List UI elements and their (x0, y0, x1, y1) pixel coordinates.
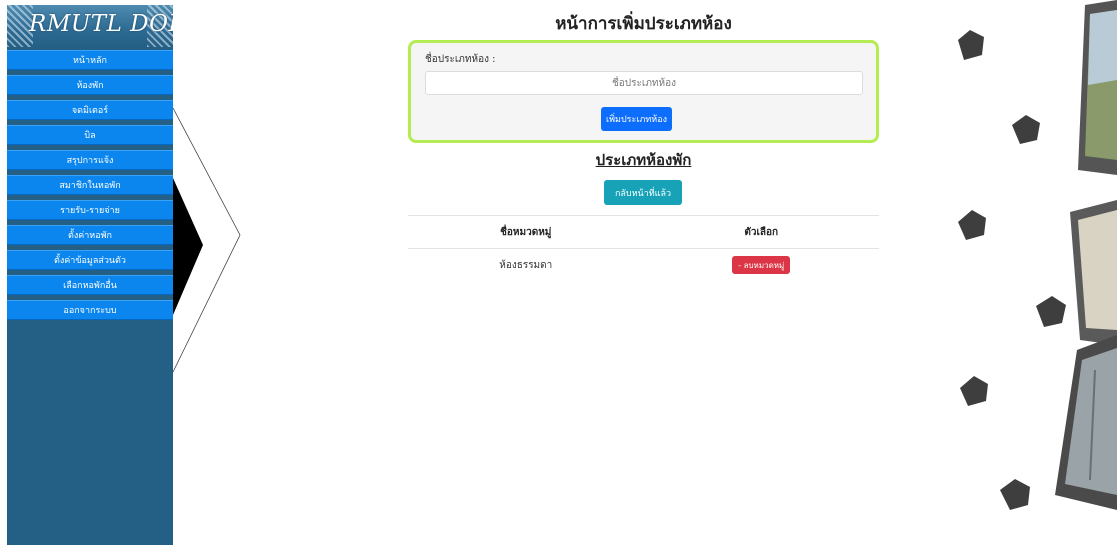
photo-frame-middle (1070, 200, 1117, 345)
room-types-heading: ประเภทห้องพัก (595, 151, 692, 169)
add-room-type-form: ชื่อประเภทห้อง : เพิ่มประเภทห้อง (408, 40, 879, 143)
room-types-table: ชื่อหมวดหมู่ ตัวเลือก ห้องธรรมดา - ลบหมว… (408, 215, 879, 282)
pentagon-shape (1036, 296, 1066, 327)
pentagon-shape (1000, 479, 1030, 510)
delete-category-button[interactable]: - ลบหมวดหมู่ (732, 256, 791, 275)
pentagon-shape (1012, 115, 1040, 144)
pentagon-shape (958, 210, 986, 240)
back-button[interactable]: กลับหน้าที่แล้ว (604, 180, 682, 205)
table-header-row: ชื่อหมวดหมู่ ตัวเลือก (408, 215, 879, 249)
pentagon-shape (958, 30, 984, 60)
sidebar-item-logout[interactable]: ออกจากระบบ (7, 300, 173, 320)
pentagon-shape (960, 376, 988, 406)
sidebar-item-income-expense[interactable]: รายรับ-รายจ่าย (7, 200, 173, 220)
add-room-type-button[interactable]: เพิ่มประเภทห้อง (601, 107, 672, 131)
sidebar-item-members[interactable]: สมาชิกในหอพัก (7, 175, 173, 195)
sidebar-item-home[interactable]: หน้าหลัก (7, 50, 173, 70)
category-name-cell: ห้องธรรมดา (499, 259, 553, 271)
sidebar-menu: หน้าหลัก ห้องพัก จดมิเตอร์ บิล สรุปการแจ… (7, 50, 173, 320)
photo-frame-top (1078, 0, 1117, 175)
sidebar-item-bill[interactable]: บิล (7, 125, 173, 145)
room-type-input[interactable] (425, 71, 863, 95)
sidebar: RMUTL DORM หน้าหลัก ห้องพัก จดมิเตอร์ บิ… (7, 5, 173, 545)
sidebar-item-switch-dorm[interactable]: เลือกหอพักอื่น (7, 275, 173, 295)
sidebar-item-profile-settings[interactable]: ตั้งค่าข้อมูลส่วนตัว (7, 250, 173, 270)
sidebar-item-reports[interactable]: สรุปการแจ้ง (7, 150, 173, 170)
table-row: ห้องธรรมดา - ลบหมวดหมู่ (408, 249, 879, 282)
column-header-category: ชื่อหมวดหมู่ (408, 215, 644, 249)
sidebar-item-rooms[interactable]: ห้องพัก (7, 75, 173, 95)
decorative-background (958, 0, 1117, 510)
photo-frame-bottom (1055, 335, 1117, 510)
page-title: หน้าการเพิ่มประเภทห้อง (555, 14, 732, 34)
black-arrow-icon (173, 178, 203, 315)
column-header-options: ตัวเลือก (643, 215, 879, 249)
options-cell: - ลบหมวดหมู่ (644, 249, 880, 282)
decorative-chevron (172, 107, 241, 373)
sidebar-item-meter[interactable]: จดมิเตอร์ (7, 100, 173, 120)
room-type-label: ชื่อประเภทห้อง : (425, 54, 496, 65)
logo-text: RMUTL DORM (29, 11, 173, 37)
dorm-logo[interactable]: RMUTL DORM (7, 5, 173, 47)
sidebar-item-dorm-settings[interactable]: ตั้งค่าหอพัก (7, 225, 173, 245)
